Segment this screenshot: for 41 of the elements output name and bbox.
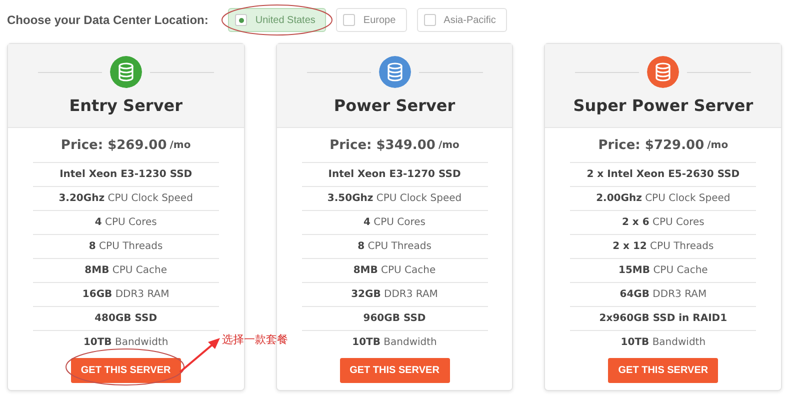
plan-price: Price: $729.00 xyxy=(598,138,704,152)
get-server-button[interactable]: GET THIS SERVER xyxy=(340,358,450,383)
spec-text: 2 x 12 CPU Threads xyxy=(612,241,714,252)
price-period: /mo xyxy=(438,140,460,150)
spec-text: 10TB Bandwidth xyxy=(620,337,706,348)
spec-text: 8MB CPU Cache xyxy=(84,265,167,276)
price-period: /mo xyxy=(170,140,191,150)
spec-text: 8 CPU Threads xyxy=(88,241,163,252)
spec-text: 4 CPU Cores xyxy=(363,217,426,228)
plan-title: Super Power Server xyxy=(573,96,754,115)
location-label: Choose your Data Center Location: xyxy=(7,13,208,27)
spec-text: 2x960GB SSD in RAID1 xyxy=(599,313,728,324)
spec-text: 2.00Ghz CPU Clock Speed xyxy=(596,193,730,204)
plan-price: Price: $349.00 xyxy=(330,138,436,152)
spec-text: 16GB DDR3 RAM xyxy=(82,289,170,300)
price-period: /mo xyxy=(707,140,728,150)
location-option[interactable]: United States xyxy=(228,8,326,32)
spec-text: 8 CPU Threads xyxy=(358,241,432,252)
spec-text: 2 x 6 CPU Cores xyxy=(622,217,704,228)
location-option[interactable]: Europe xyxy=(336,8,407,32)
plan-title: Entry Server xyxy=(69,96,182,115)
spec-text: 960GB SSD xyxy=(363,313,426,324)
annotation-text: 选择一款套餐 xyxy=(222,332,288,347)
spec-text: Intel Xeon E3-1230 SSD xyxy=(60,169,192,180)
spec-text: 4 CPU Cores xyxy=(94,217,157,228)
spec-text: 32GB DDR3 RAM xyxy=(351,289,438,300)
spec-text: 3.20Ghz CPU Clock Speed xyxy=(58,193,193,204)
get-server-button[interactable]: GET THIS SERVER xyxy=(608,358,718,383)
spec-text: 10TB Bandwidth xyxy=(83,337,168,348)
spec-text: 15MB CPU Cache xyxy=(618,265,708,276)
spec-text: 2 x Intel Xeon E5-2630 SSD xyxy=(586,169,740,180)
spec-text: 64GB DDR3 RAM xyxy=(620,289,707,300)
spec-text: 3.50Ghz CPU Clock Speed xyxy=(327,193,462,204)
location-option[interactable]: Asia-Pacific xyxy=(416,8,507,32)
spec-text: 480GB SSD xyxy=(94,313,158,324)
spec-text: 8MB CPU Cache xyxy=(353,265,436,276)
spec-text: 10TB Bandwidth xyxy=(352,337,437,348)
plan-price: Price: $269.00 xyxy=(60,138,167,152)
plan-title: Power Server xyxy=(334,96,456,115)
spec-text: Intel Xeon E3-1270 SSD xyxy=(328,169,461,180)
get-server-button[interactable]: GET THIS SERVER xyxy=(70,358,181,383)
